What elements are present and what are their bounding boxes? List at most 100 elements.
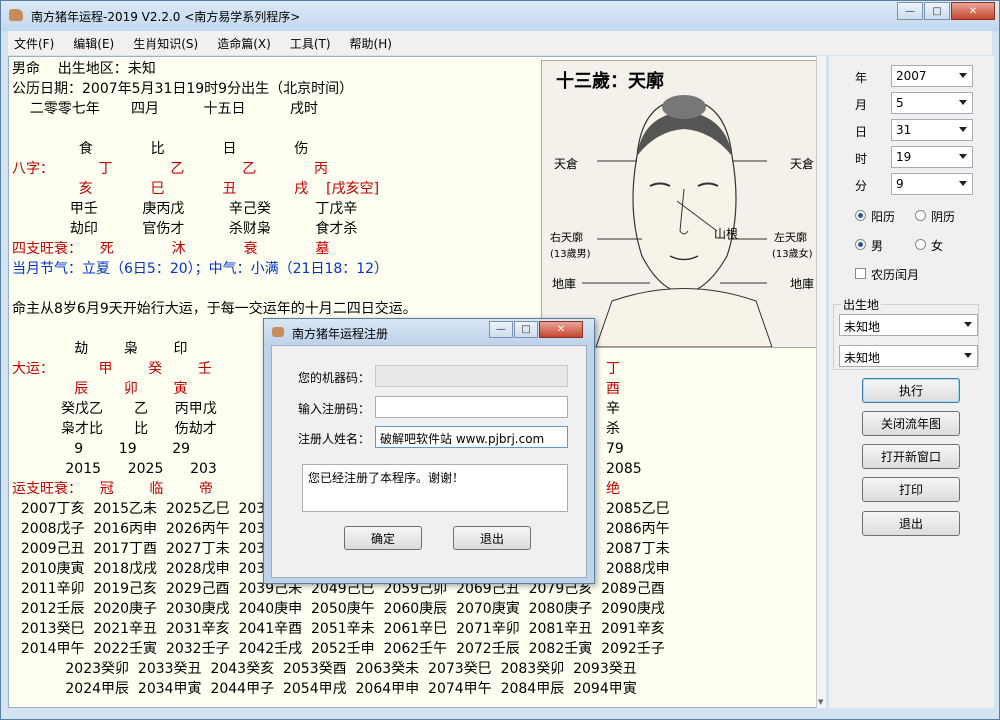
day-label: 日 bbox=[855, 125, 868, 139]
text-line: 枭才比 比 伤劫才 bbox=[12, 421, 217, 437]
text-cell: 2085乙巳 bbox=[606, 499, 670, 519]
run-button[interactable]: 执行 bbox=[862, 378, 960, 403]
machine-code-label: 您的机器码： bbox=[298, 371, 371, 385]
close-chart-button[interactable]: 关闭流年图 bbox=[862, 411, 960, 436]
menu-fate-creation[interactable]: 造命篇(X) bbox=[217, 35, 271, 52]
registrant-name-label: 注册人姓名： bbox=[298, 432, 371, 446]
city-value: 未知地 bbox=[844, 351, 881, 365]
dialog-minimize-button[interactable]: — bbox=[489, 321, 513, 338]
menu-file[interactable]: 文件(F) bbox=[14, 35, 54, 52]
text-line: 公历日期：2007年5月31日19时9分出生（北京时间） bbox=[12, 81, 354, 97]
title-bar[interactable]: 南方猪年运程-2019 V2.2.0 <南方易学系列程序> — □ ✕ bbox=[1, 1, 999, 31]
minimize-button[interactable]: — bbox=[897, 2, 923, 20]
menu-edit[interactable]: 编辑(E) bbox=[73, 35, 114, 52]
text-line: 辰 卯 寅 bbox=[12, 381, 188, 397]
dialog-close-button[interactable]: ✕ bbox=[539, 321, 583, 338]
menu-help[interactable]: 帮助(H) bbox=[350, 35, 392, 52]
text-line: 甲壬 庚丙戊 辛己癸 丁戊辛 bbox=[12, 201, 358, 217]
text-line: 食 比 日 伤 bbox=[12, 141, 309, 157]
menu-tools[interactable]: 工具(T) bbox=[290, 35, 331, 52]
text-line: 当月节气：立夏（6日5：20）；中气：小满（21日18：12） bbox=[12, 261, 389, 277]
chevron-down-icon bbox=[959, 181, 967, 186]
chevron-down-icon bbox=[959, 154, 967, 159]
print-button[interactable]: 打印 bbox=[862, 477, 960, 502]
hour-select[interactable]: 19 bbox=[891, 146, 973, 168]
vertical-scrollbar[interactable]: ▼ bbox=[816, 56, 826, 708]
chevron-down-icon bbox=[959, 100, 967, 105]
lunar-label: 阴历 bbox=[931, 210, 956, 224]
month-value: 5 bbox=[896, 96, 904, 110]
minute-select[interactable]: 9 bbox=[891, 173, 973, 195]
text-line: 2007丁亥 2015乙未 2025乙巳 203 bbox=[12, 501, 266, 517]
close-button[interactable]: ✕ bbox=[951, 2, 995, 20]
lunar-radio[interactable] bbox=[915, 210, 926, 221]
text-line: 男命 出生地区：未知 bbox=[12, 61, 156, 77]
text-line: 命主从8岁6月9天开始行大运，于每一交运年的十月二四日交运。 bbox=[12, 301, 417, 317]
dialog-body: 您的机器码： 输入注册码： 注册人姓名： 破解吧软件站 www.pjbrj.co… bbox=[271, 345, 587, 578]
chevron-down-icon bbox=[959, 73, 967, 78]
menu-bar: 文件(F) 编辑(E) 生肖知识(S) 造命篇(X) 工具(T) 帮助(H) bbox=[8, 31, 992, 55]
dialog-maximize-button[interactable]: □ bbox=[514, 321, 538, 338]
label-left-tiankuo: 左天廓 bbox=[774, 231, 807, 244]
female-label: 女 bbox=[931, 239, 944, 253]
text-line: 2023癸卯 2033癸丑 2043癸亥 2053癸酉 2063癸未 2073癸… bbox=[12, 661, 637, 677]
dialog-exit-button[interactable]: 退出 bbox=[453, 526, 531, 550]
day-select[interactable]: 31 bbox=[891, 119, 973, 141]
solar-radio[interactable] bbox=[855, 210, 866, 221]
exit-button[interactable]: 退出 bbox=[862, 511, 960, 536]
ok-button[interactable]: 确定 bbox=[344, 526, 422, 550]
text-cell: 2087丁未 bbox=[606, 539, 670, 559]
year-label: 年 bbox=[855, 71, 868, 85]
registrant-name-input[interactable]: 破解吧软件站 www.pjbrj.com bbox=[375, 426, 568, 448]
city-select[interactable]: 未知地 bbox=[839, 345, 978, 367]
registration-dialog: 南方猪年运程注册 — □ ✕ 您的机器码： 输入注册码： 注册人姓名： 破解吧软… bbox=[263, 318, 595, 584]
male-label: 男 bbox=[871, 239, 884, 253]
year-select[interactable]: 2007 bbox=[891, 65, 973, 87]
registration-code-label: 输入注册码： bbox=[298, 402, 371, 416]
window-title: 南方猪年运程-2019 V2.2.0 <南方易学系列程序> bbox=[31, 10, 301, 24]
text-cell: 绝 bbox=[606, 479, 620, 499]
scroll-down-icon[interactable]: ▼ bbox=[818, 698, 823, 706]
text-cell: 2088戊申 bbox=[606, 559, 670, 579]
open-new-window-button[interactable]: 打开新窗口 bbox=[862, 444, 960, 469]
text-line: 八字： 丁 乙 乙 丙 bbox=[12, 161, 329, 177]
face-illustration bbox=[582, 95, 773, 347]
text-line: 2015 2025 203 bbox=[12, 461, 217, 477]
text-line: 劫 枭 印 bbox=[12, 341, 188, 357]
text-line: 2010庚寅 2018戊戌 2028戊申 203 bbox=[12, 561, 266, 577]
birthplace-label: 出生地 bbox=[841, 296, 882, 313]
minimize-icon: — bbox=[496, 324, 506, 335]
text-line: 大运： 甲 癸 壬 bbox=[12, 361, 212, 377]
label-tiancang-left: 天倉 bbox=[554, 157, 579, 171]
minute-value: 9 bbox=[896, 177, 904, 191]
province-select[interactable]: 未知地 bbox=[839, 314, 978, 336]
text-cell: 杀 bbox=[606, 419, 620, 439]
female-radio[interactable] bbox=[915, 239, 926, 250]
registration-code-input[interactable] bbox=[375, 396, 568, 418]
machine-code-field[interactable] bbox=[375, 365, 568, 387]
leap-month-checkbox[interactable] bbox=[855, 268, 866, 279]
maximize-icon: □ bbox=[932, 5, 942, 17]
chevron-down-icon bbox=[964, 353, 972, 358]
close-icon: ✕ bbox=[556, 324, 566, 335]
text-line: 二零零七年 四月 十五日 戌时 bbox=[12, 101, 318, 117]
app-icon bbox=[272, 327, 284, 337]
text-line: 9 19 29 bbox=[12, 441, 191, 457]
app-icon bbox=[9, 9, 23, 21]
solar-label: 阳历 bbox=[871, 210, 896, 224]
leap-month-label: 农历闰月 bbox=[871, 268, 920, 282]
minimize-icon: — bbox=[905, 5, 915, 17]
month-label: 月 bbox=[855, 98, 868, 112]
maximize-button[interactable]: □ bbox=[924, 2, 950, 20]
text-line: 癸戊乙 乙 丙甲戊 bbox=[12, 401, 217, 417]
label-age-female: (13歲女) bbox=[772, 249, 813, 260]
chevron-down-icon bbox=[959, 127, 967, 132]
text-line: 2012壬辰 2020庚子 2030庚戌 2040庚申 2050庚午 2060庚… bbox=[12, 601, 665, 617]
text-cell: 酉 bbox=[606, 379, 620, 399]
menu-zodiac-knowledge[interactable]: 生肖知识(S) bbox=[133, 35, 198, 52]
dialog-title-bar[interactable]: 南方猪年运程注册 — □ ✕ bbox=[264, 319, 594, 345]
male-radio[interactable] bbox=[855, 239, 866, 250]
text-line: 2013癸巳 2021辛丑 2031辛亥 2041辛酉 2051辛未 2061辛… bbox=[12, 621, 665, 637]
label-age-male: (13歲男) bbox=[550, 249, 591, 260]
month-select[interactable]: 5 bbox=[891, 92, 973, 114]
